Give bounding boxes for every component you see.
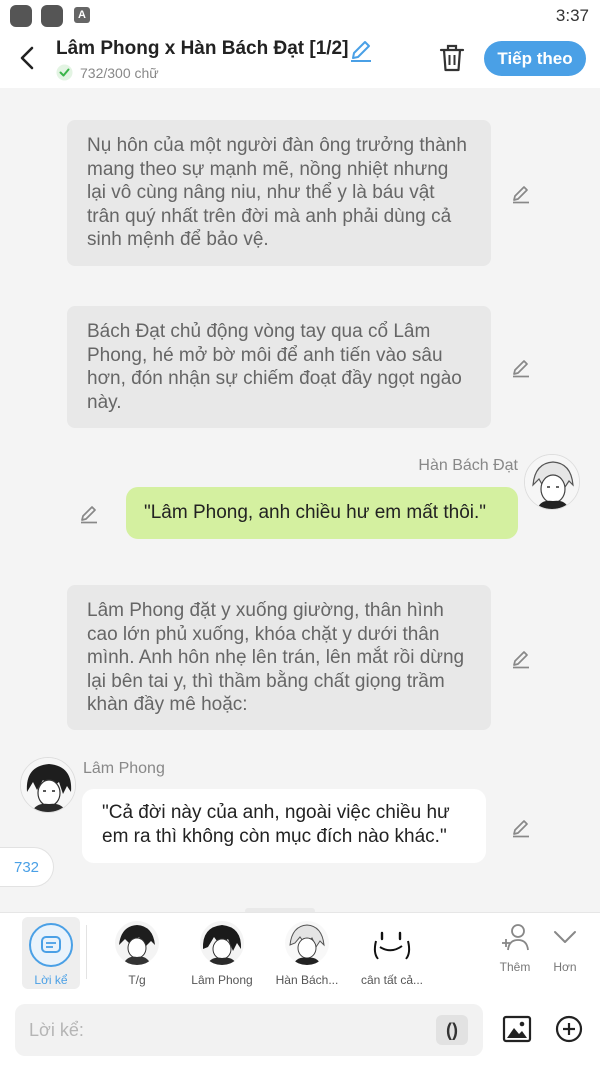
character-author[interactable]: T/g — [100, 917, 174, 989]
status-time: 3:37 — [555, 6, 589, 25]
app-badge-icon: A — [74, 7, 90, 23]
character-can-tat-ca[interactable]: cân tất cả... — [355, 917, 429, 989]
next-button[interactable]: Tiếp theo — [484, 41, 586, 76]
word-count-badge[interactable]: 732 — [0, 847, 54, 887]
more-button[interactable]: Hơn — [543, 921, 587, 974]
notification-icon — [41, 5, 63, 27]
delete-button[interactable] — [438, 43, 466, 73]
divider — [86, 925, 87, 979]
narration-bubble[interactable]: Bách Đạt chủ động vòng tay qua cổ Lâm Ph… — [67, 306, 491, 428]
author-avatar-icon — [115, 921, 159, 965]
character-lam-phong[interactable]: Lâm Phong — [185, 917, 259, 989]
meme-face-avatar-icon — [370, 921, 414, 965]
back-arrow-icon — [20, 46, 34, 70]
edit-title-button[interactable] — [348, 37, 374, 63]
edit-message-button[interactable] — [78, 502, 100, 524]
speaker-name: Hàn Bách Đạt — [418, 457, 518, 474]
add-person-icon — [502, 924, 529, 951]
check-icon — [56, 64, 73, 81]
add-button[interactable] — [555, 1015, 583, 1043]
pencil-icon — [81, 506, 97, 524]
pencil-icon — [513, 186, 529, 204]
edit-message-button[interactable] — [510, 816, 532, 838]
insert-image-button[interactable] — [502, 1014, 532, 1044]
chevron-down-icon — [554, 931, 576, 943]
character-avatar-icon — [525, 455, 579, 509]
character-label: Hàn Bách... — [275, 973, 339, 987]
character-label: cân tất cả... — [360, 973, 424, 987]
add-character-button[interactable]: Thêm — [493, 921, 537, 974]
dialogue-bubble[interactable]: "Lâm Phong, anh chiều hư em mất thôi." — [126, 487, 518, 539]
avatar[interactable] — [524, 454, 580, 510]
message-input-box: () — [15, 1004, 483, 1056]
edit-message-button[interactable] — [510, 647, 532, 669]
status-bar: A 3:37 — [0, 0, 600, 32]
parentheses-button[interactable]: () — [436, 1015, 468, 1045]
more-label: Hơn — [553, 960, 577, 974]
message-input[interactable] — [15, 1004, 425, 1056]
character-narration[interactable]: Lời kể — [22, 917, 80, 989]
lam-phong-avatar-icon — [200, 921, 244, 965]
narration-icon — [29, 923, 73, 967]
character-label: Lâm Phong — [191, 973, 253, 987]
add-label: Thêm — [499, 960, 531, 974]
character-han-bach-dat[interactable]: Hàn Bách... — [270, 917, 344, 989]
plus-circle-icon — [555, 1015, 583, 1043]
character-label: T/g — [128, 973, 146, 987]
dialogue-bubble[interactable]: "Cả đời này của anh, ngoài việc chiều hư… — [82, 789, 486, 863]
han-bach-dat-avatar-icon — [285, 921, 329, 965]
trash-icon — [439, 44, 465, 72]
word-count: 732/300 chữ — [80, 65, 159, 81]
image-icon — [502, 1015, 532, 1043]
pencil-icon — [513, 820, 529, 838]
avatar[interactable] — [20, 757, 76, 813]
page-title: Lâm Phong x Hàn Bách Đạt [1/2] — [56, 38, 349, 59]
pencil-icon — [351, 41, 371, 62]
input-bar: () — [0, 994, 600, 1067]
pencil-icon — [513, 651, 529, 669]
notification-icon — [10, 5, 32, 27]
narration-bubble[interactable]: Lâm Phong đặt y xuống giường, thân hình … — [67, 585, 491, 730]
edit-message-button[interactable] — [510, 356, 532, 378]
back-button[interactable] — [14, 42, 42, 74]
edit-message-button[interactable] — [510, 182, 532, 204]
character-bar: Lời kể T/g Lâm Phong Hàn Bách... cân tất… — [0, 912, 600, 994]
character-label: Lời kể — [34, 973, 68, 987]
header: Lâm Phong x Hàn Bách Đạt [1/2] 732/300 c… — [0, 32, 600, 88]
character-avatar-icon — [21, 758, 75, 812]
pencil-icon — [513, 360, 529, 378]
speaker-name: Lâm Phong — [83, 760, 165, 777]
narration-bubble[interactable]: Nụ hôn của một người đàn ông trưởng thàn… — [67, 120, 491, 266]
